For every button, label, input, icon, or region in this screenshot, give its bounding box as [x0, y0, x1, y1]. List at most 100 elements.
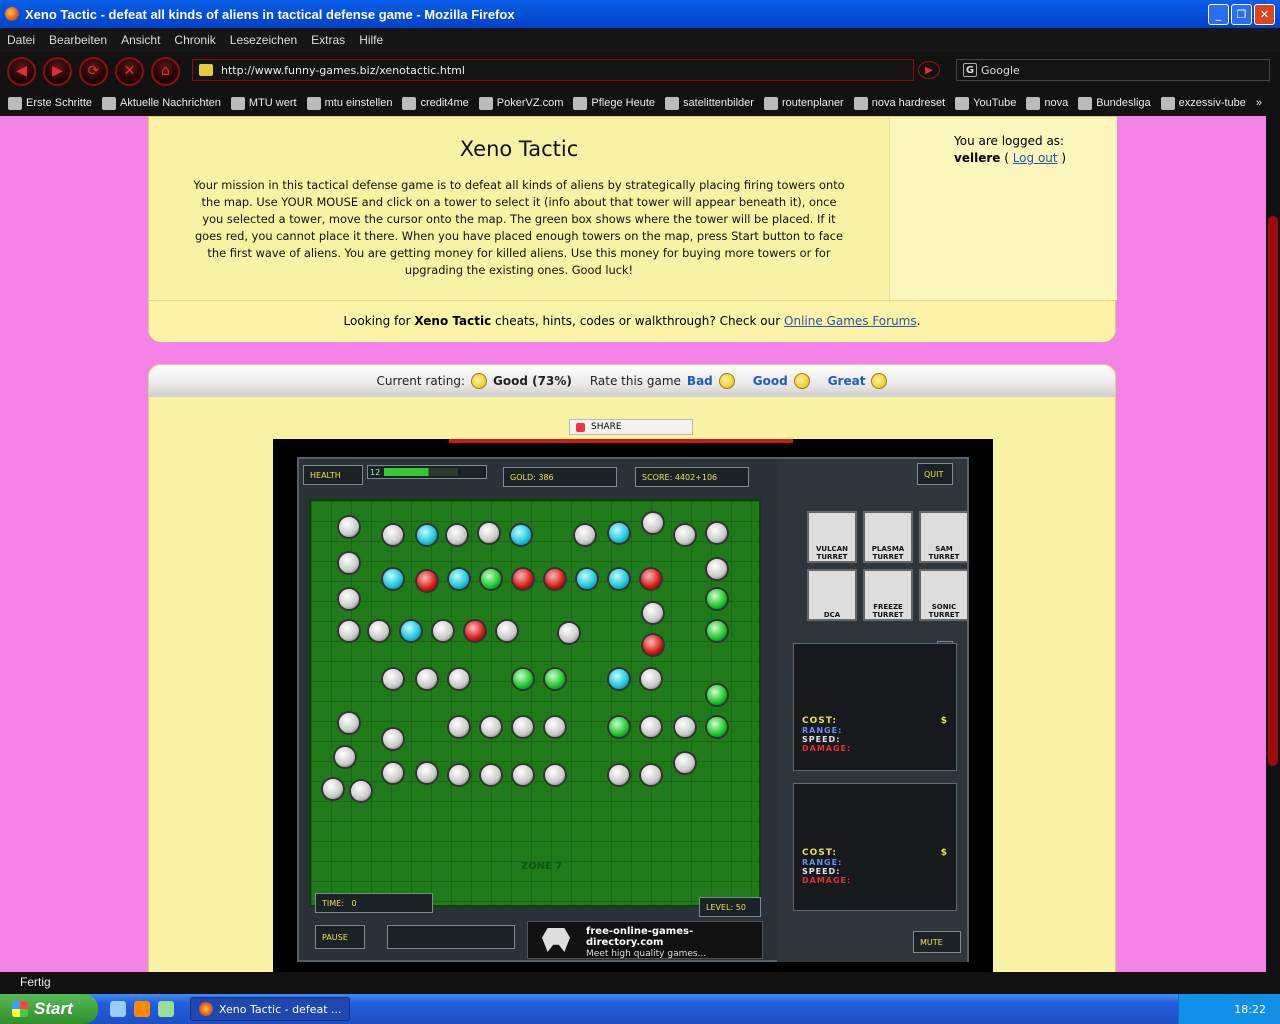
happy-smiley-icon[interactable]: [871, 373, 888, 389]
page-icon: [665, 96, 680, 110]
login-label: You are logged as:: [954, 134, 1065, 148]
stop-button[interactable]: ✕: [115, 56, 144, 86]
username: vellere: [954, 151, 1001, 165]
menu-ansicht[interactable]: Ansicht: [121, 33, 160, 47]
scrollbar-thumb[interactable]: [1268, 216, 1278, 766]
page-content: Xeno Tactic Your mission in this tactica…: [0, 116, 1266, 972]
rate-bad-button[interactable]: Bad: [687, 374, 713, 388]
menu-chronik[interactable]: Chronik: [174, 33, 215, 47]
bookmark-icon: [1026, 96, 1041, 110]
vertical-scrollbar[interactable]: [1266, 116, 1280, 972]
game-frame: HEALTH 12 GOLD: 386 SCORE: 4402+106 ZONE…: [297, 457, 969, 962]
vulcan-turret-button[interactable]: VULCAN TURRET: [807, 511, 857, 563]
bookmark-icon: [306, 96, 321, 110]
minimize-button[interactable]: _: [1208, 3, 1229, 25]
youtube-icon: [955, 96, 970, 110]
messenger-icon[interactable]: [158, 1001, 174, 1017]
menu-bearbeiten[interactable]: Bearbeiten: [49, 33, 107, 47]
upgrade-info-panel: COST: $ RANGE: SPEED: DAMAGE:: [793, 783, 957, 911]
game-description: Your mission in this tactical defense ga…: [193, 178, 845, 277]
bookmark-item[interactable]: MTU wert: [230, 96, 297, 110]
bookmark-item[interactable]: YouTube: [955, 96, 1016, 110]
bookmark-item[interactable]: Bundesliga: [1078, 96, 1151, 110]
bookmark-icon: [230, 96, 245, 110]
plasma-turret-button[interactable]: PLASMA TURRET: [863, 511, 913, 563]
start-button[interactable]: Start: [0, 994, 98, 1024]
close-button[interactable]: ✕: [1254, 3, 1275, 25]
clock: 18:22: [1234, 1002, 1266, 1016]
bookmark-item[interactable]: nova hardreset: [853, 96, 945, 110]
share-button[interactable]: SHARE: [569, 419, 693, 435]
google-icon: [763, 96, 778, 110]
windows-logo-icon: [12, 1001, 28, 1017]
bookmark-item[interactable]: satelittenbilder: [665, 96, 754, 110]
pause-button[interactable]: PAUSE: [315, 925, 365, 949]
bookmark-icon: [402, 96, 417, 110]
navigation-toolbar: ◀ ▶ ⟳ ✕ ⌂ http://www.funny-games.biz/xen…: [0, 52, 1280, 90]
ie-icon[interactable]: [110, 1001, 126, 1017]
game-info-panel: Xeno Tactic Your mission in this tactica…: [148, 116, 1117, 342]
search-input[interactable]: G Google: [956, 59, 1270, 81]
sam-turret-button[interactable]: SAM TURRET: [919, 511, 969, 563]
more-bookmarks-icon[interactable]: »: [1256, 97, 1262, 109]
maximize-button[interactable]: ❐: [1231, 3, 1252, 25]
ad-banner[interactable]: free-online-games-directory.com Meet high…: [527, 921, 763, 959]
url-bar[interactable]: http://www.funny-games.biz/xenotactic.ht…: [192, 59, 914, 81]
bookmark-item[interactable]: Aktuelle Nachrichten: [102, 96, 221, 110]
rate-great-button[interactable]: Great: [828, 374, 866, 388]
home-button[interactable]: ⌂: [151, 56, 180, 86]
menu-extras[interactable]: Extras: [311, 33, 345, 47]
thumbs-down-icon[interactable]: [718, 373, 735, 389]
smiley-icon: [471, 373, 488, 389]
freeze-turret-button[interactable]: FREEZE TURRET: [863, 569, 913, 621]
bookmark-item[interactable]: exzessiv-tube: [1160, 96, 1246, 110]
taskbar-item-firefox[interactable]: Xeno Tactic - defeat ...: [190, 997, 350, 1021]
bookmark-item[interactable]: Erste Schritte: [8, 96, 92, 110]
forum-link[interactable]: Online Games Forums: [784, 314, 917, 328]
firefox-icon: [199, 1002, 213, 1016]
tower-info-panel: COST: $ RANGE: SPEED: DAMAGE:: [793, 643, 957, 771]
start-wave-slot[interactable]: [387, 925, 515, 949]
bookmark-item[interactable]: Pflege Heute: [573, 96, 655, 110]
firefox-icon[interactable]: [134, 1001, 150, 1017]
dca-button[interactable]: DCA: [807, 569, 857, 621]
bookmark-icon: [8, 96, 22, 110]
rate-good-button[interactable]: Good: [753, 374, 788, 388]
site-favicon-icon: [199, 64, 213, 76]
current-rating: Good (73%): [493, 374, 572, 388]
bookmarks-toolbar: Erste Schritte Aktuelle Nachrichten MTU …: [0, 90, 1280, 116]
back-button[interactable]: ◀: [7, 56, 36, 86]
bookmark-item[interactable]: PokerVZ.com: [478, 96, 563, 110]
go-button[interactable]: ▶: [918, 61, 940, 79]
menu-lesezeichen[interactable]: Lesezeichen: [230, 33, 297, 47]
rating-bar: Current rating: Good (73%) Rate this gam…: [149, 365, 1115, 397]
bookmark-item[interactable]: nova: [1026, 96, 1068, 110]
menu-hilfe[interactable]: Hilfe: [359, 33, 383, 47]
bookmark-item[interactable]: credit4me: [402, 96, 469, 110]
bookmark-icon: [1078, 96, 1093, 110]
system-tray: 18:22: [1178, 994, 1280, 1024]
quit-button[interactable]: QUIT: [917, 463, 953, 485]
reload-button[interactable]: ⟳: [79, 56, 108, 86]
game-map[interactable]: ZONE 7: [309, 499, 761, 907]
gold-display: GOLD: 386: [503, 467, 617, 487]
login-box: You are logged as: vellere ( Log out ): [889, 117, 1117, 300]
sonic-turret-button[interactable]: SONIC TURRET: [919, 569, 969, 621]
menu-datei[interactable]: Datei: [7, 33, 35, 47]
bookmark-icon: [853, 96, 868, 110]
bookmark-item[interactable]: routenplaner: [763, 96, 844, 110]
score-display: SCORE: 4402+106: [635, 467, 749, 487]
time-display: TIME: 0: [315, 893, 433, 913]
logout-link[interactable]: Log out: [1013, 151, 1058, 165]
level-display: LEVEL: 50: [699, 897, 761, 917]
cool-smiley-icon[interactable]: [793, 373, 810, 389]
google-icon: G: [963, 63, 977, 77]
mute-button[interactable]: MUTE: [913, 931, 961, 953]
bookmark-icon: [573, 96, 588, 110]
game-embed[interactable]: HEALTH 12 GOLD: 386 SCORE: 4402+106 ZONE…: [273, 439, 993, 972]
taskbar: Start Xeno Tactic - defeat ... 18:22: [0, 994, 1280, 1024]
rss-icon: [102, 96, 117, 110]
bookmark-item[interactable]: mtu einstellen: [306, 96, 392, 110]
forward-button[interactable]: ▶: [43, 56, 72, 86]
game-panel: Current rating: Good (73%) Rate this gam…: [148, 364, 1116, 972]
